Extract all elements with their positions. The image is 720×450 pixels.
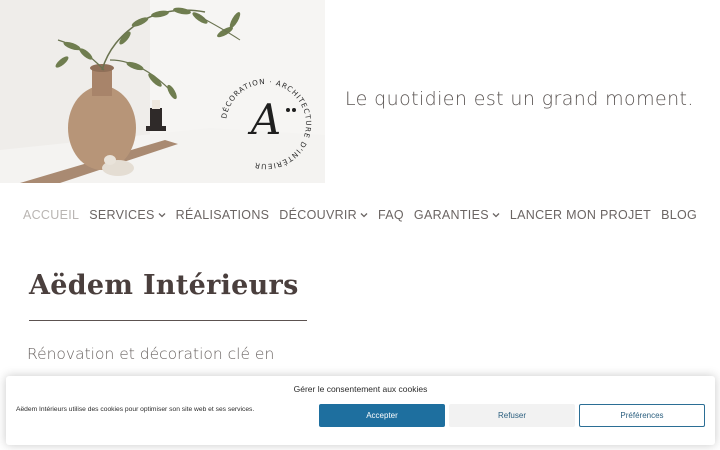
nav-item-label: DÉCOUVRIR [279,208,358,222]
cookie-banner-title: Gérer le consentement aux cookies [293,384,428,394]
hero-header: DÉCORATION · ARCHITECTURE D'INTÉRIEUR A … [0,0,720,183]
nav-item-accueil[interactable]: ACCUEIL [23,205,79,225]
logo-monogram: A [247,95,281,144]
cookie-consent-banner: Gérer le consentement aux cookies Aëdem … [6,376,715,445]
accept-cookies-button[interactable]: Accepter [319,404,445,427]
nav-item-label: RÉALISATIONS [175,208,270,222]
refuse-cookies-button[interactable]: Refuser [449,404,575,427]
brand-logo[interactable]: DÉCORATION · ARCHITECTURE D'INTÉRIEUR A [214,72,318,176]
nav-item-realisations[interactable]: RÉALISATIONS [176,205,270,225]
nav-item-garanties[interactable]: GARANTIES [414,205,500,225]
nav-item-label: GARANTIES [413,208,489,222]
nav-item-faq[interactable]: FAQ [378,205,404,225]
hero-tagline: Le quotidien est un grand moment. [345,88,694,110]
chevron-down-icon [360,213,368,218]
nav-item-lancer-mon-projet[interactable]: LANCER MON PROJET [510,205,651,225]
nav-item-blog[interactable]: BLOG [661,205,697,225]
nav-item-label: SERVICES [89,208,155,222]
nav-item-label: BLOG [661,208,698,222]
cookie-preferences-button[interactable]: Préférences [579,404,705,427]
page-subtitle: Rénovation et décoration clé en [27,345,275,363]
brand-logo-mark: DÉCORATION · ARCHITECTURE D'INTÉRIEUR A [219,77,312,171]
title-divider [29,320,307,321]
nav-item-label: ACCUEIL [22,208,80,222]
page-title: Aëdem Intérieurs [29,270,299,301]
cookie-banner-text: Aëdem Intérieurs utilise des cookies pou… [16,406,255,413]
chevron-down-icon [492,213,500,218]
main-navigation: ACCUEIL SERVICES RÉALISATIONS DÉCOUVRIR … [0,205,720,225]
chevron-down-icon [158,213,166,218]
nav-item-decouvrir[interactable]: DÉCOUVRIR [279,205,368,225]
nav-item-services[interactable]: SERVICES [89,205,166,225]
nav-item-label: LANCER MON PROJET [509,208,652,222]
nav-item-label: FAQ [378,208,404,222]
